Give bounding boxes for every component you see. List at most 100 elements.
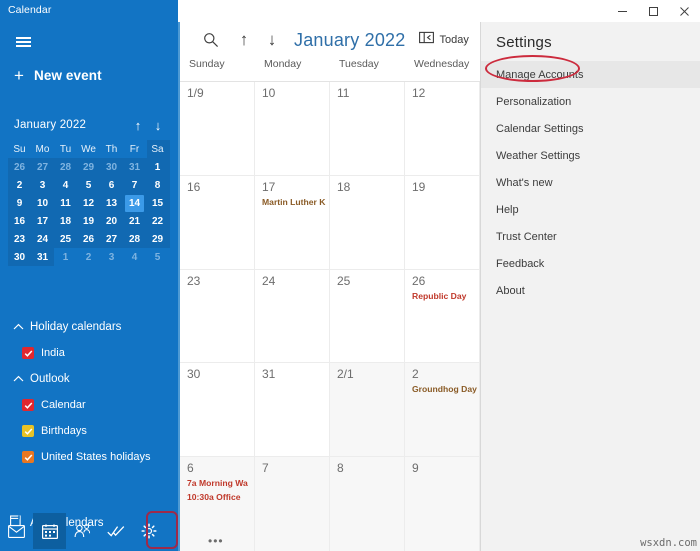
people-icon[interactable] <box>66 513 99 549</box>
calendar-day-cell[interactable]: 25 <box>330 269 405 363</box>
mini-calendar-day[interactable]: 29 <box>77 158 100 176</box>
settings-item-manage-accounts[interactable]: Manage Accounts <box>481 61 700 88</box>
mini-calendar-day[interactable]: 29 <box>146 230 169 248</box>
calendar-group-holiday-calendars[interactable]: Holiday calendars <box>0 314 178 340</box>
calendar-day-cell[interactable]: 1/9 <box>180 82 255 175</box>
mini-calendar-day[interactable]: 31 <box>31 248 54 266</box>
more-events-indicator[interactable]: ••• <box>208 535 224 547</box>
mini-calendar-month-label[interactable]: January 2022 <box>14 119 128 131</box>
calendar-day-cell[interactable]: 6 7a Morning Wa 10:30a Office ••• <box>180 457 255 551</box>
calendar-day-cell[interactable]: 10 <box>255 82 330 175</box>
minimize-icon[interactable] <box>607 0 638 22</box>
mini-calendar-day[interactable]: 26 <box>77 230 100 248</box>
mini-calendar-day[interactable]: 12 <box>77 194 100 212</box>
todo-icon[interactable] <box>99 513 132 549</box>
calendar-day-cell[interactable]: 30 <box>180 363 255 457</box>
calendar-event[interactable]: Republic Day <box>412 290 475 302</box>
settings-gear-icon[interactable] <box>132 513 165 549</box>
calendar-list-item[interactable]: Calendar <box>0 392 178 418</box>
hamburger-menu-icon[interactable] <box>8 28 38 56</box>
mini-calendar-day[interactable]: 2 <box>77 248 100 266</box>
search-icon[interactable] <box>192 23 230 57</box>
mini-calendar-day[interactable]: 1 <box>146 158 169 176</box>
mini-calendar-day[interactable]: 24 <box>31 230 54 248</box>
calendar-event[interactable]: Martin Luther K <box>262 196 326 208</box>
calendar-day-cell[interactable]: 12 <box>405 82 480 175</box>
mini-calendar-day[interactable]: 30 <box>8 248 31 266</box>
calendar-month-title[interactable]: January 2022 <box>294 30 405 51</box>
mini-calendar-day[interactable]: 4 <box>123 248 146 266</box>
mini-calendar-day[interactable]: 25 <box>54 230 77 248</box>
mini-calendar-day[interactable]: 23 <box>8 230 31 248</box>
mini-calendar-day[interactable]: 3 <box>100 248 123 266</box>
calendar-list-item[interactable]: United States holidays <box>0 444 178 470</box>
calendar-list-item[interactable]: Birthdays <box>0 418 178 444</box>
calendar-day-cell[interactable]: 9 <box>405 457 480 551</box>
mini-calendar-day[interactable]: 16 <box>8 212 31 230</box>
mini-calendar-day[interactable]: 19 <box>77 212 100 230</box>
calendar-day-cell[interactable]: 23 <box>180 269 255 363</box>
calendar-day-cell[interactable]: 8 <box>330 457 405 551</box>
checkbox-checked-icon[interactable] <box>22 451 34 463</box>
mini-calendar-day[interactable]: 6 <box>100 176 123 194</box>
today-button[interactable]: Today <box>419 31 469 49</box>
checkbox-checked-icon[interactable] <box>22 347 34 359</box>
mail-icon[interactable] <box>0 513 33 549</box>
settings-item-personalization[interactable]: Personalization <box>481 88 700 115</box>
settings-item-about[interactable]: About <box>481 277 700 304</box>
settings-item-help[interactable]: Help <box>481 196 700 223</box>
mini-calendar-day[interactable]: 21 <box>123 212 146 230</box>
calendar-day-cell[interactable]: 11 <box>330 82 405 175</box>
settings-item-what-s-new[interactable]: What's new <box>481 169 700 196</box>
calendar-day-cell[interactable]: 7 <box>255 457 330 551</box>
mini-calendar-day[interactable]: 14 <box>123 194 146 212</box>
calendar-icon[interactable] <box>33 513 66 549</box>
new-event-button[interactable]: + New event <box>8 60 112 90</box>
maximize-icon[interactable] <box>638 0 669 22</box>
mini-calendar-day[interactable]: 26 <box>8 158 31 176</box>
mini-calendar-day[interactable]: 7 <box>123 176 146 194</box>
close-icon[interactable] <box>669 0 700 22</box>
calendar-day-cell[interactable]: 26 Republic Day <box>405 269 480 363</box>
mini-calendar-day[interactable]: 30 <box>100 158 123 176</box>
mini-calendar-day[interactable]: 28 <box>54 158 77 176</box>
calendar-event[interactable]: 7a Morning Wa <box>187 477 250 489</box>
mini-calendar-day[interactable]: 31 <box>123 158 146 176</box>
calendar-event[interactable]: 10:30a Office <box>187 491 250 503</box>
calendar-day-cell[interactable]: 19 <box>405 175 480 269</box>
calendar-list-item[interactable]: India <box>0 340 178 366</box>
checkbox-checked-icon[interactable] <box>22 399 34 411</box>
mini-calendar-day[interactable]: 13 <box>100 194 123 212</box>
calendar-day-cell[interactable]: 16 <box>180 175 255 269</box>
mini-calendar-day[interactable]: 18 <box>54 212 77 230</box>
checkbox-checked-icon[interactable] <box>22 425 34 437</box>
mini-calendar-day[interactable]: 10 <box>31 194 54 212</box>
mini-calendar-day[interactable]: 11 <box>54 194 77 212</box>
mini-calendar-day-selected[interactable]: 14 <box>125 194 144 212</box>
mini-calendar-day[interactable]: 27 <box>31 158 54 176</box>
calendar-group-outlook[interactable]: Outlook <box>0 366 178 392</box>
settings-item-weather-settings[interactable]: Weather Settings <box>481 142 700 169</box>
calendar-day-cell[interactable]: 24 <box>255 269 330 363</box>
settings-item-calendar-settings[interactable]: Calendar Settings <box>481 115 700 142</box>
mini-calendar-day[interactable]: 17 <box>31 212 54 230</box>
mini-calendar-day[interactable]: 4 <box>54 176 77 194</box>
settings-item-trust-center[interactable]: Trust Center <box>481 223 700 250</box>
mini-calendar-day[interactable]: 1 <box>54 248 77 266</box>
mini-calendar-day[interactable]: 28 <box>123 230 146 248</box>
mini-calendar-day[interactable]: 2 <box>8 176 31 194</box>
next-month-arrow-icon[interactable]: ↓ <box>258 23 286 57</box>
mini-calendar-day[interactable]: 27 <box>100 230 123 248</box>
mini-calendar-day[interactable]: 5 <box>146 248 169 266</box>
mini-calendar-day[interactable]: 9 <box>8 194 31 212</box>
mini-calendar-next-arrow-icon[interactable]: ↓ <box>148 119 168 132</box>
mini-calendar-day[interactable]: 22 <box>146 212 169 230</box>
mini-calendar-day[interactable]: 3 <box>31 176 54 194</box>
calendar-day-cell[interactable]: 17 Martin Luther K <box>255 175 330 269</box>
mini-calendar-day[interactable]: 15 <box>146 194 169 212</box>
previous-month-arrow-icon[interactable]: ↑ <box>230 23 258 57</box>
calendar-day-cell[interactable]: 2 Groundhog Day <box>405 363 480 457</box>
calendar-day-cell[interactable]: 2/1 <box>330 363 405 457</box>
calendar-event[interactable]: Groundhog Day <box>412 383 477 395</box>
calendar-day-cell[interactable]: 31 <box>255 363 330 457</box>
